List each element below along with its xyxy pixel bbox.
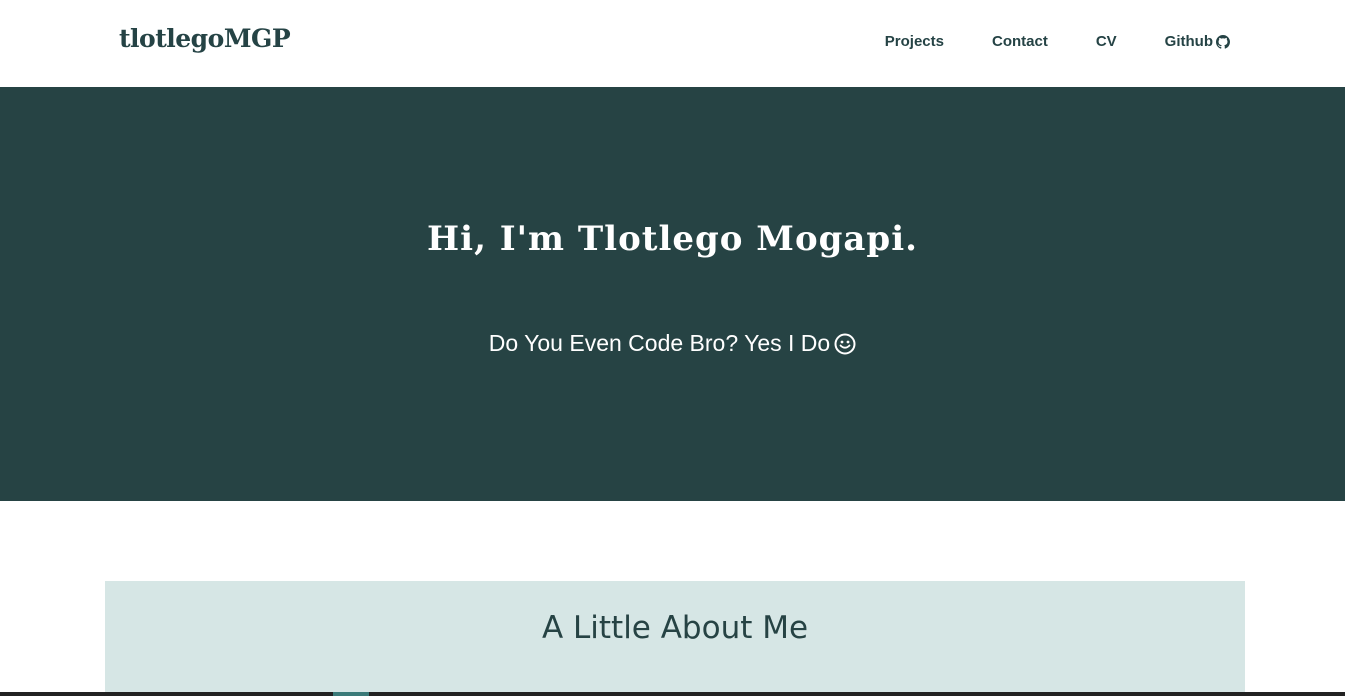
hero-title: Hi, I'm Tlotlego Mogapi.	[427, 219, 918, 259]
page-bottom-border	[0, 692, 1345, 696]
hero-subtitle: Do You Even Code Bro? Yes I Do	[0, 330, 1345, 357]
nav-link-github[interactable]: Github	[1165, 33, 1230, 50]
nav-link-label: Projects	[884, 33, 944, 50]
smile-icon	[834, 333, 856, 355]
page-bottom-accent	[333, 692, 369, 696]
nav-link-cv[interactable]: CV	[1096, 33, 1117, 50]
about-title: A Little About Me	[541, 610, 809, 646]
navbar: tlotlegoMGP Projects Contact CV Github	[0, 0, 1345, 87]
nav-link-label: Github	[1164, 33, 1213, 50]
github-icon	[1216, 34, 1230, 49]
nav-link-label: CV	[1095, 33, 1117, 50]
nav-links: Projects Contact CV Github	[885, 33, 1230, 50]
nav-link-contact[interactable]: Contact	[992, 33, 1048, 50]
brand-logo[interactable]: tlotlegoMGP	[119, 24, 291, 53]
about-section: A Little About Me	[105, 581, 1245, 696]
nav-link-label: Contact	[991, 33, 1048, 50]
nav-link-projects[interactable]: Projects	[885, 33, 944, 50]
hero-subtitle-text: Do You Even Code Bro? Yes I Do	[488, 330, 831, 356]
hero-section: Hi, I'm Tlotlego Mogapi. Do You Even Cod…	[0, 87, 1345, 501]
